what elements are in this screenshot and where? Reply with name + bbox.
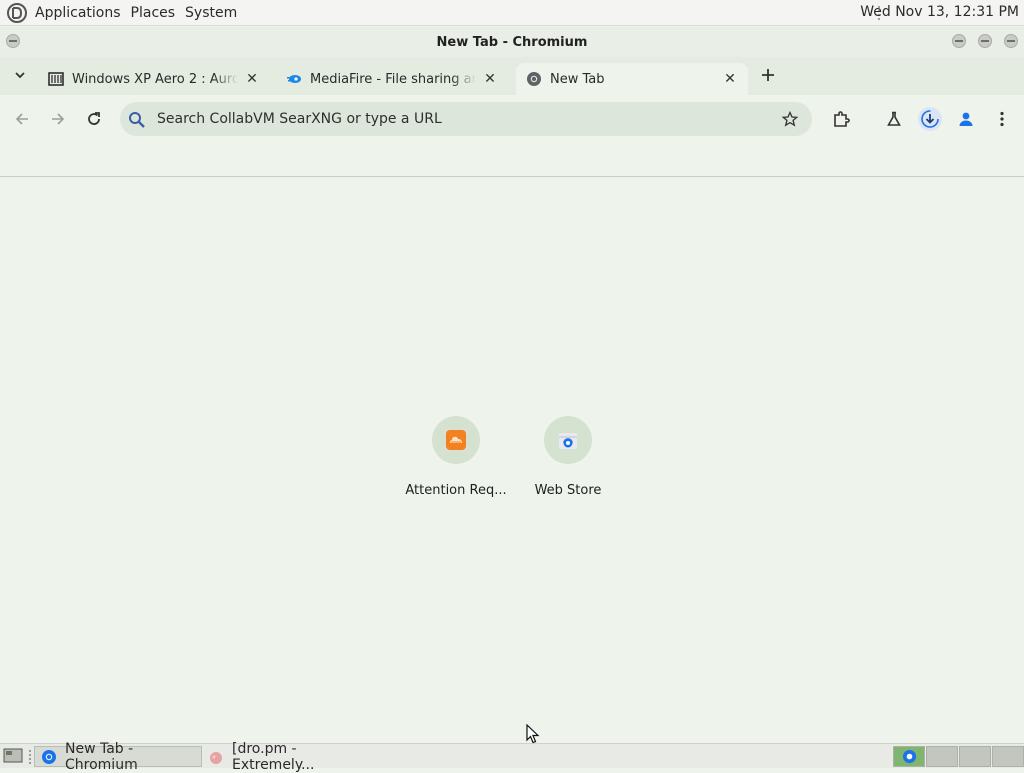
debian-menu-icon[interactable] [6,2,28,24]
profile-button[interactable] [954,107,978,131]
web-store-icon [559,433,577,449]
taskbar: New Tab - Chromium [dro.pm - Extremely..… [0,741,1024,773]
chevron-down-icon [15,72,25,79]
workspace-1[interactable] [893,746,925,767]
cloudflare-icon [446,430,466,450]
app-icon [208,749,224,765]
bookmark-star-icon[interactable] [782,111,798,127]
workspace-2[interactable] [926,746,958,767]
reload-button[interactable] [82,107,106,131]
extensions-button[interactable] [829,107,853,131]
kebab-menu-icon [1000,111,1004,127]
minimize-button[interactable] [952,34,966,48]
new-tab-page: Attention Req... Web Store [0,178,1024,743]
tab-strip: Windows XP Aero 2 : Aurorar ✕ MediaFire … [0,57,1024,95]
flask-icon [887,111,901,126]
arrow-left-icon [15,113,28,125]
task-dro-pm[interactable]: [dro.pm - Extremely... [202,741,382,773]
arrow-right-icon [52,113,65,125]
forward-button[interactable] [46,107,70,131]
omnibox-placeholder: Search CollabVM SearXNG or type a URL [157,111,442,127]
download-button[interactable] [918,107,942,131]
bookmarks-bar [0,143,1024,177]
reload-icon [88,112,100,125]
tab-windows-xp-aero[interactable]: Windows XP Aero 2 : Aurorar ✕ [38,63,270,95]
chromium-icon [41,749,57,765]
shortcut-icon-circle [544,416,592,464]
close-tab-icon[interactable]: ✕ [244,71,260,87]
shortcut-label: Attention Req... [405,483,507,498]
archive-icon [48,71,64,87]
shortcut-attention-required[interactable]: Attention Req... [400,416,512,498]
menu-button[interactable] [990,107,1014,131]
applications-menu[interactable]: Applications [30,5,126,21]
omnibox[interactable]: Search CollabVM SearXNG or type a URL [120,102,812,136]
tab-search-button[interactable] [10,67,30,87]
tab-label: New Tab [550,71,605,87]
show-desktop-button[interactable] [3,748,23,768]
tab-mediafire[interactable]: MediaFire - File sharing and ✕ [276,63,508,95]
top-panel: Applications Places System Wed Nov 13, 1… [0,0,1024,26]
back-button[interactable] [10,107,34,131]
search-icon [129,112,145,128]
close-tab-icon[interactable]: ✕ [482,71,498,87]
shortcut-icon-circle [432,416,480,464]
plus-icon [762,69,774,81]
mediafire-icon [286,71,302,87]
close-tab-icon[interactable]: ✕ [722,71,738,87]
profile-icon [959,112,973,126]
toolbar: Search CollabVM SearXNG or type a URL [0,95,1024,143]
workspace-3[interactable] [959,746,991,767]
labs-button[interactable] [882,107,906,131]
new-tab-button[interactable] [758,65,778,85]
shortcut-label: Web Store [534,483,602,498]
tab-label: MediaFire - File sharing and [310,71,476,87]
window-title: New Tab - Chromium [436,34,588,50]
desktop-icon [3,748,23,763]
chromium-icon [526,71,542,87]
chromium-icon [902,749,917,764]
window-menu-button[interactable] [6,34,20,48]
window-titlebar[interactable]: New Tab - Chromium [0,27,1024,57]
workspace-4[interactable] [992,746,1024,767]
places-menu[interactable]: Places [126,5,181,21]
taskbar-grip [28,749,32,764]
system-menu[interactable]: System [180,5,242,21]
maximize-button[interactable] [978,34,992,48]
download-icon [921,110,939,128]
tab-label: Windows XP Aero 2 : Aurorar [72,71,238,87]
clock[interactable]: Wed Nov 13, 12:31 PM [860,4,1019,20]
mouse-cursor-icon [526,724,540,744]
shortcut-web-store[interactable]: Web Store [512,416,624,498]
task-new-tab-chromium[interactable]: New Tab - Chromium [34,741,202,773]
close-window-button[interactable] [1004,34,1018,48]
tab-new-tab[interactable]: New Tab ✕ [516,63,748,95]
puzzle-icon [834,111,850,127]
